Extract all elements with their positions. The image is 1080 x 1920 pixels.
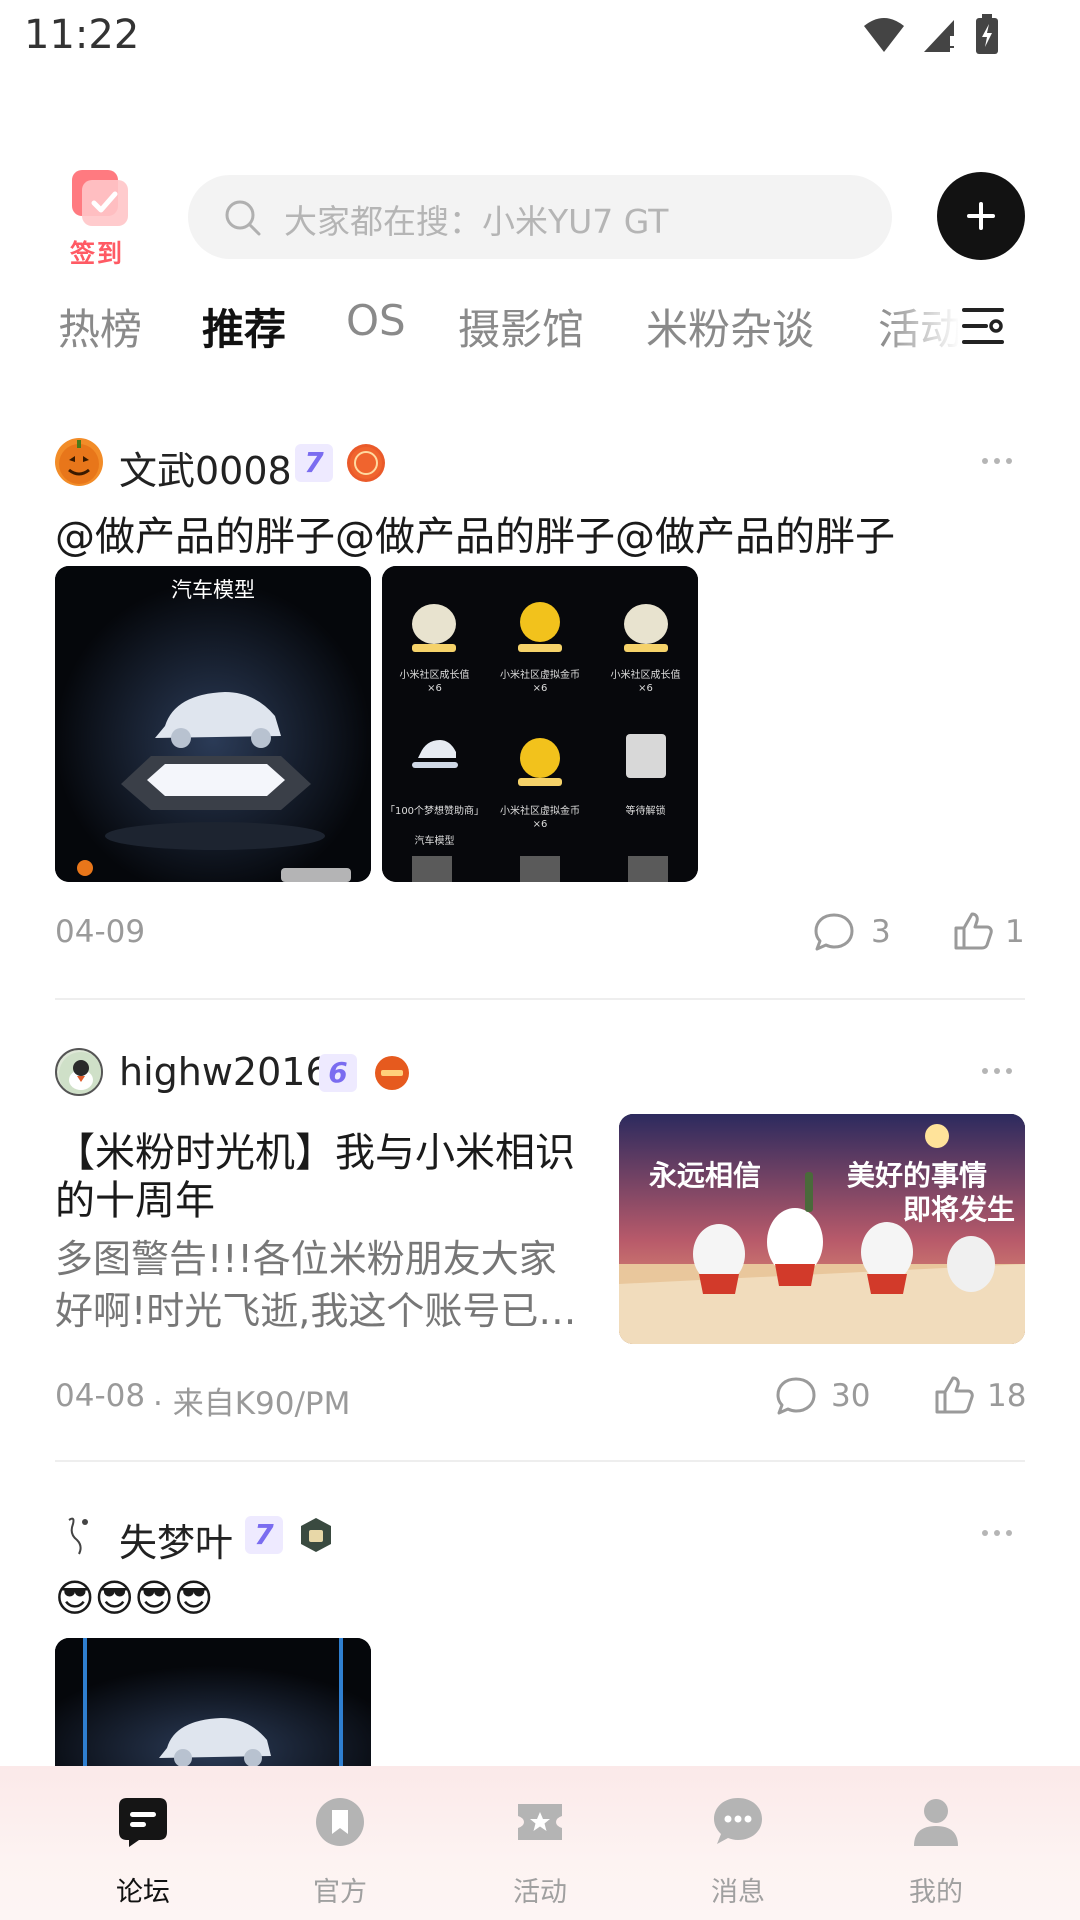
post-title-line2: 的十周年	[55, 1178, 215, 1224]
divider	[55, 1460, 1025, 1462]
image-text: 即将发生	[903, 1193, 1016, 1226]
tab-fan-chat[interactable]: 米粉杂谈	[646, 296, 814, 357]
post-card[interactable]: 文武0008 7 @做产品的胖子@做产品的胖子@做产品的胖子 汽车模型 小米社区…	[55, 438, 1025, 958]
more-icon[interactable]	[981, 456, 1013, 466]
author-name[interactable]: 失梦叶	[119, 1512, 233, 1567]
level-badge: 6	[319, 1054, 357, 1092]
avatar[interactable]	[55, 438, 103, 486]
post-image[interactable]: 永远相信 美好的事情 即将发生	[619, 1114, 1025, 1344]
image-caption: 汽车模型	[171, 578, 255, 602]
nav-label: 消息	[711, 1877, 765, 1908]
grid-count: ×6	[427, 683, 442, 694]
comment-count: 3	[871, 914, 891, 950]
wifi-icon	[864, 18, 904, 52]
author-name[interactable]: highw2016	[119, 1050, 330, 1094]
avatar[interactable]	[55, 1048, 103, 1096]
grid-label: 等待解锁	[625, 806, 666, 817]
post-card[interactable]: highw2016 6 【米粉时光机】我与小米相识 的十周年 多图警告!!!各位…	[55, 1048, 1027, 1448]
comment-count: 30	[831, 1378, 871, 1414]
grid-count: ×6	[532, 819, 548, 830]
post-card[interactable]: 失梦叶 7 😎😎😎😎	[55, 1510, 1025, 1778]
search-placeholder: 大家都在搜：小米YU7 GT	[284, 202, 669, 241]
medal-icon	[347, 444, 385, 482]
post-excerpt: 多图警告!!!各位米粉朋友大家	[55, 1237, 557, 1281]
grid-label: 汽车模型	[414, 836, 455, 847]
medal-icon	[297, 1516, 335, 1554]
post-image[interactable]: 小米社区成长值 ×6 小米社区虚拟金币 ×6 小米社区成长值 ×6 「100个梦…	[382, 566, 698, 882]
grid-label: 小米社区虚拟金币	[500, 670, 580, 681]
search-icon	[225, 200, 261, 236]
like-icon[interactable]	[933, 1374, 975, 1416]
grid-count: ×6	[532, 683, 548, 694]
category-tabs: 热榜 推荐 OS 摄影馆 米粉杂谈 活动	[0, 296, 1080, 366]
author-row: 文武0008 7	[55, 438, 1025, 493]
post-source: · 来自K90/PM	[153, 1386, 351, 1422]
comment-icon[interactable]	[775, 1376, 817, 1416]
post-date: 04-08	[55, 1378, 146, 1414]
add-post-button[interactable]	[937, 172, 1025, 260]
divider	[55, 998, 1025, 1000]
grid-label: 「100个梦想赞助商」	[384, 806, 485, 817]
author-row: highw2016 6	[55, 1048, 1025, 1098]
nav-label: 论坛	[116, 1877, 170, 1908]
author-name[interactable]: 文武0008	[119, 440, 292, 495]
activity-icon	[518, 1804, 562, 1840]
nav-label: 活动	[513, 1877, 567, 1908]
nav-label: 我的	[909, 1877, 963, 1908]
tabs-fade	[880, 296, 960, 366]
tab-os[interactable]: OS	[346, 296, 406, 345]
nav-forum[interactable]: 论坛	[83, 1796, 203, 1909]
author-row: 失梦叶 7	[55, 1510, 1025, 1565]
checkin-button[interactable]: 签到	[66, 168, 162, 268]
level-badge: 7	[295, 444, 333, 482]
more-icon[interactable]	[981, 1528, 1013, 1538]
post-date: 04-09	[55, 914, 146, 950]
nav-profile[interactable]: 我的	[876, 1796, 996, 1909]
bottom-nav: 论坛 官方 活动 消息 我的	[0, 1766, 1080, 1920]
status-bar: 11:22	[0, 0, 1080, 80]
tab-recommend[interactable]: 推荐	[202, 296, 286, 357]
battery-icon	[976, 14, 998, 54]
post-title: @做产品的胖子@做产品的胖子@做产品的胖子	[55, 514, 895, 560]
post-excerpt-line2: 好啊!时光飞逝,我这个账号已…	[55, 1289, 577, 1333]
status-icons	[862, 14, 1000, 54]
avatar[interactable]	[55, 1510, 103, 1558]
nav-label: 官方	[313, 1877, 367, 1908]
more-icon[interactable]	[981, 1066, 1013, 1076]
grid-label: 小米社区成长值	[610, 670, 681, 681]
tabs-menu-icon[interactable]	[958, 304, 1008, 350]
profile-icon	[914, 1799, 958, 1846]
forum-icon	[119, 1798, 167, 1847]
official-icon	[316, 1798, 364, 1846]
medal-icon	[373, 1054, 411, 1092]
comment-icon[interactable]	[813, 912, 855, 952]
message-icon	[714, 1798, 762, 1844]
level-badge: 7	[245, 1516, 283, 1554]
search-input[interactable]: 大家都在搜：小米YU7 GT	[188, 175, 892, 259]
tab-photography[interactable]: 摄影馆	[458, 296, 584, 357]
grid-label: 小米社区虚拟金币	[500, 806, 580, 817]
post-image[interactable]: 汽车模型	[55, 566, 371, 882]
nav-messages[interactable]: 消息	[678, 1796, 798, 1909]
tab-hot[interactable]: 热榜	[58, 296, 142, 357]
image-text: 永远相信	[649, 1159, 762, 1192]
like-count: 18	[987, 1378, 1027, 1414]
checkin-label: 签到	[70, 239, 125, 268]
plus-icon	[967, 202, 995, 230]
like-count: 1	[1005, 914, 1025, 950]
post-image[interactable]	[55, 1638, 371, 1778]
grid-label: 小米社区成长值	[399, 670, 470, 681]
post-title: 😎😎😎😎	[55, 1576, 214, 1620]
grid-count: ×6	[638, 683, 653, 694]
nav-official[interactable]: 官方	[280, 1796, 400, 1909]
nav-activity[interactable]: 活动	[480, 1796, 600, 1909]
signal-icon	[924, 20, 954, 52]
status-time: 11:22	[24, 12, 140, 58]
like-icon[interactable]	[952, 910, 994, 952]
checkin-icon	[72, 170, 128, 226]
